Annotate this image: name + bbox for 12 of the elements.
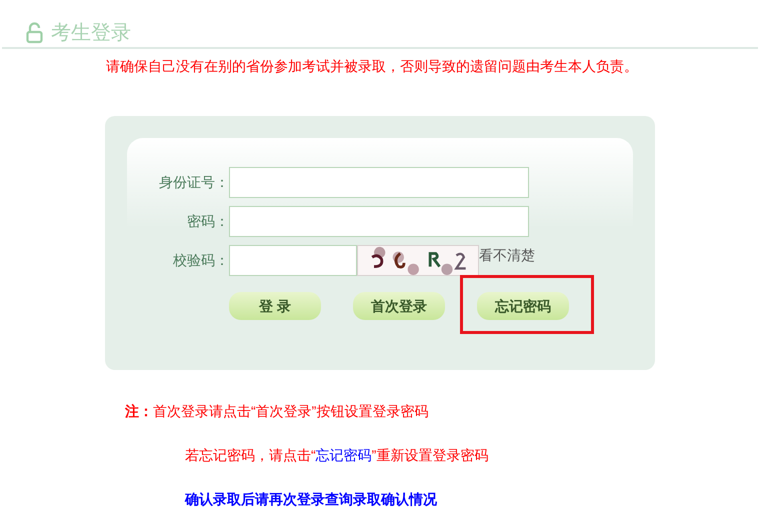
note-text: 确认录取后请再次登录查询录取确认情况	[185, 491, 437, 507]
form-button[interactable]: 忘记密码	[477, 292, 569, 320]
form-button[interactable]: 登 录	[229, 292, 321, 320]
field-label: 密码：	[186, 212, 229, 230]
note-text: 注：首次登录请点击“首次登录”按钮设置登录密码	[125, 403, 428, 419]
field-label: 校验码：	[172, 250, 229, 270]
refresh-captcha-link[interactable]: 看不清楚	[479, 245, 535, 266]
form-button[interactable]: 首次登录	[353, 292, 445, 320]
note-text: 若忘记密码，请点击“忘记密码”重新设置登录密码	[185, 447, 488, 463]
page-title: 考生登录	[51, 21, 131, 46]
field-label: 身份证号：	[158, 172, 229, 192]
warning-text: 请确保自己没有在别的省份参加考试并被录取，否则导致的遗留问题由考生本人负责。	[106, 58, 638, 74]
